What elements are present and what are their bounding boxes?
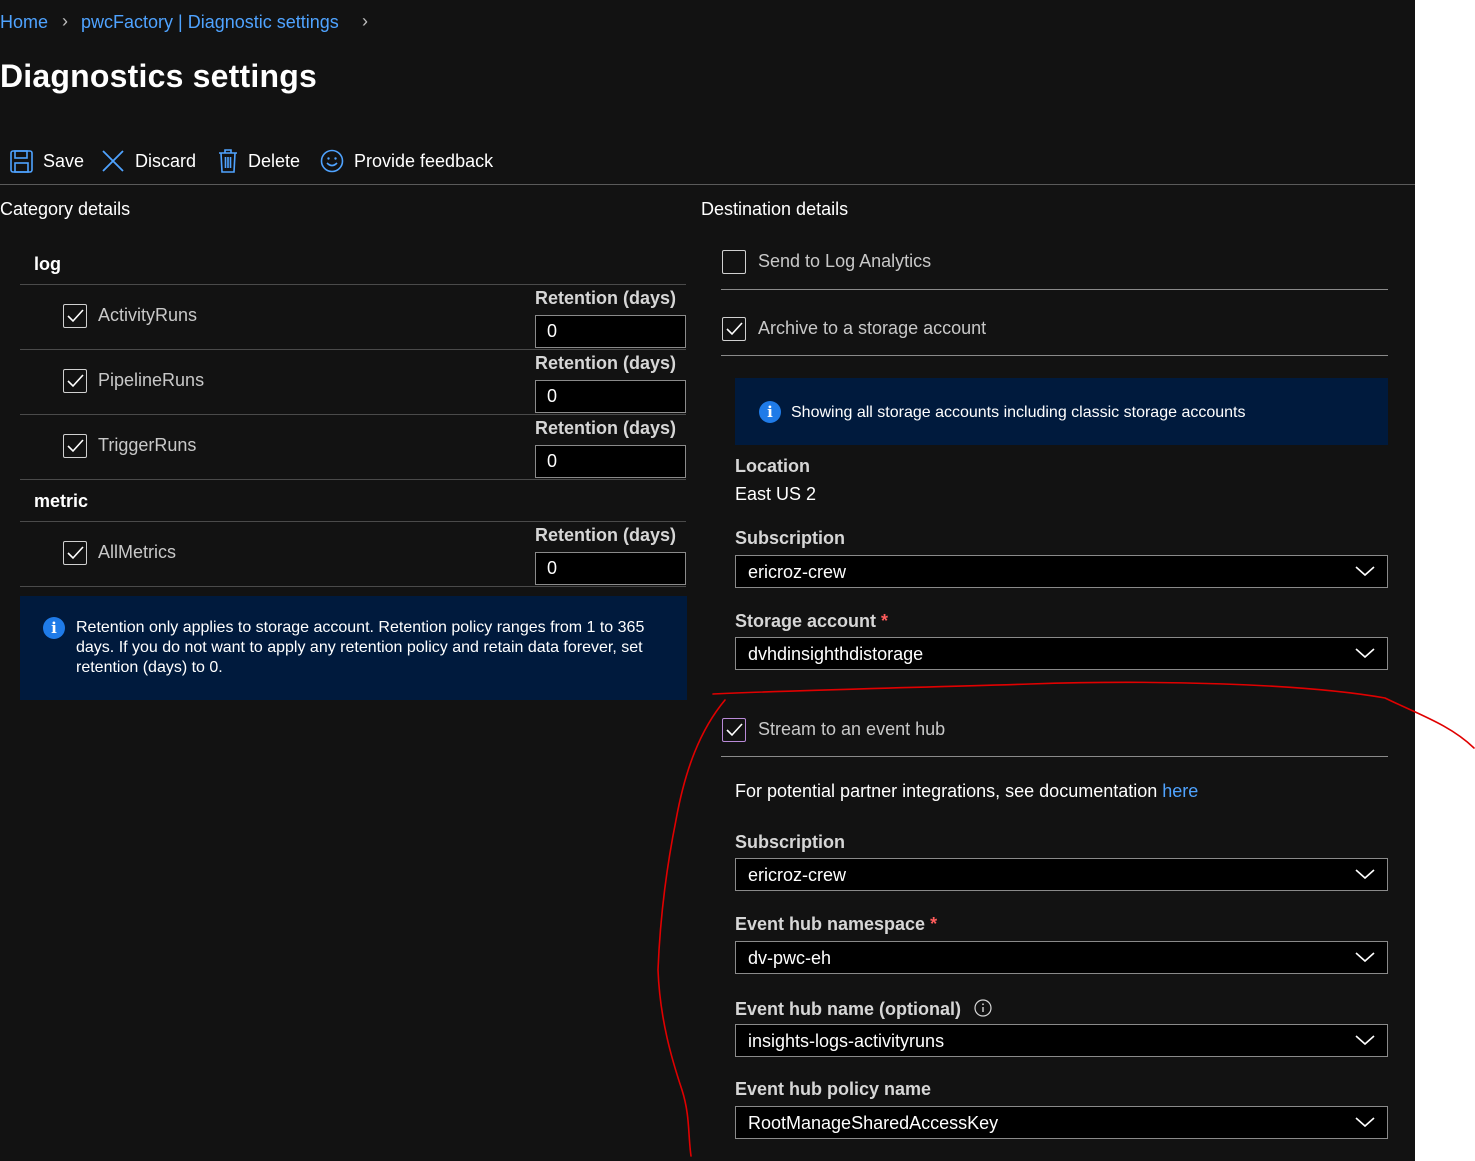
red-annotation-outline bbox=[657, 681, 1475, 1157]
